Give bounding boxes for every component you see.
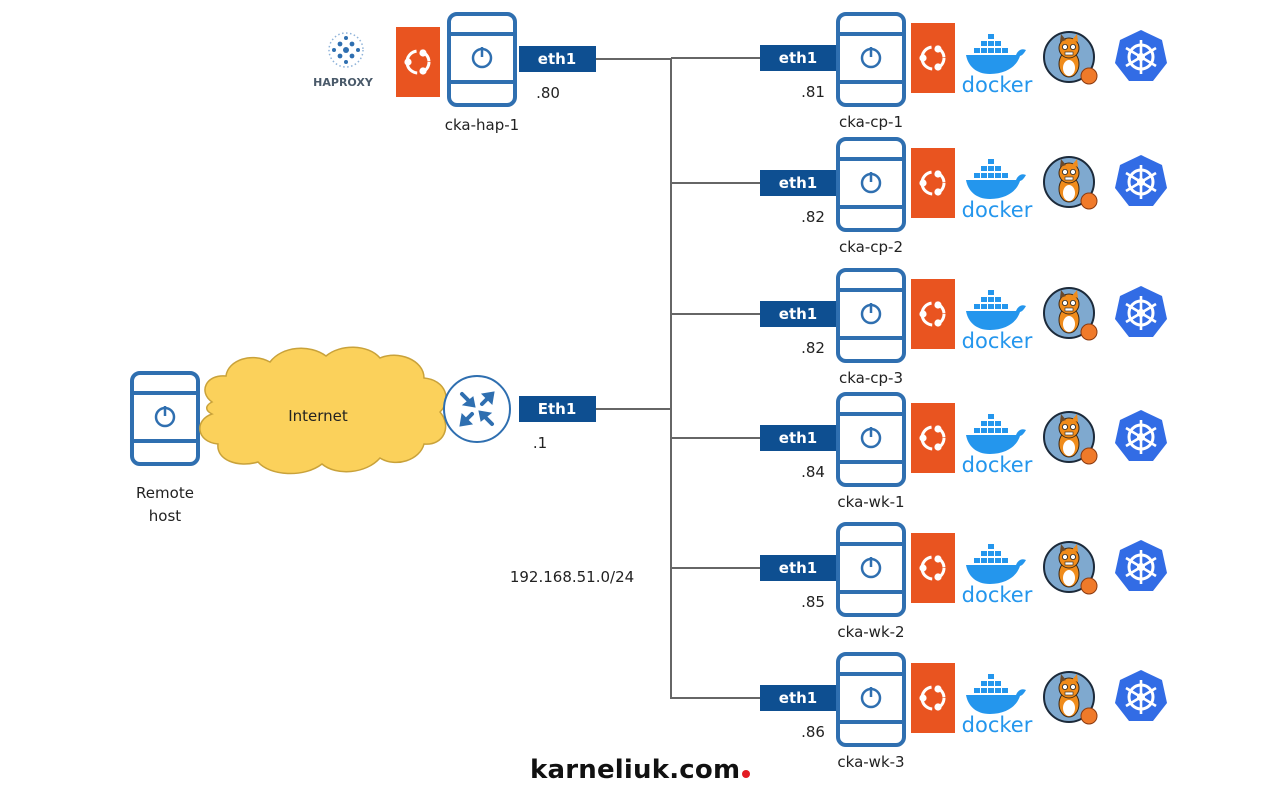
cluster-node-cka-wk-2[interactable]: eth1 .85 cka-wk-2 docker — [760, 522, 1169, 641]
kubernetes-icon — [1113, 153, 1169, 208]
ubuntu-icon — [909, 531, 957, 605]
remote-host[interactable]: Remote host — [130, 371, 200, 525]
ubuntu-icon — [909, 21, 957, 95]
containerd-cat-icon — [1043, 671, 1098, 725]
kubernetes-icon — [1113, 28, 1169, 83]
cluster-node-cka-wk-3[interactable]: eth1 .86 cka-wk-3 docker — [760, 652, 1169, 771]
remote-host-label-line1: Remote — [136, 484, 194, 502]
containerd-cat-icon — [1043, 287, 1098, 341]
ip-suffix: .80 — [536, 84, 560, 102]
hostname: cka-wk-1 — [837, 493, 904, 511]
hostname: cka-cp-1 — [839, 113, 903, 131]
interface-label: eth1 — [538, 50, 576, 68]
internet-label: Internet — [288, 407, 348, 425]
kubernetes-icon — [1113, 538, 1169, 593]
server-icon — [836, 137, 906, 232]
docker-icon: docker — [962, 674, 1033, 737]
cluster-node-cka-cp-2[interactable]: eth1 .82 cka-cp-2 docker — [760, 137, 1169, 256]
cluster-node-cka-cp-3[interactable]: eth1 .82 cka-cp-3 docker — [760, 268, 1169, 387]
ubuntu-icon — [909, 277, 957, 351]
ubuntu-icon — [909, 661, 957, 735]
ubuntu-icon — [909, 401, 957, 475]
server-icon — [836, 522, 906, 617]
ip-suffix: .82 — [801, 208, 825, 226]
kubernetes-icon — [1113, 668, 1169, 723]
docker-icon: docker — [962, 414, 1033, 477]
interface-label: eth1 — [779, 174, 817, 192]
router-icon — [443, 375, 511, 443]
cluster-nodes: eth1 .81 cka-cp-1 docker eth1 .82 cka-cp-2 dock… — [760, 12, 1169, 771]
kubernetes-icon — [1113, 408, 1169, 463]
hostname: cka-wk-3 — [837, 753, 904, 771]
internet-cloud: Internet — [199, 346, 447, 475]
docker-wordmark: docker — [962, 453, 1033, 477]
cluster-node-cka-wk-1[interactable]: eth1 .84 cka-wk-1 docker — [760, 392, 1169, 511]
hostname: cka-cp-2 — [839, 238, 903, 256]
remote-host-label-line2: host — [149, 507, 181, 525]
ip-suffix: .86 — [801, 723, 825, 741]
containerd-cat-icon — [1043, 411, 1098, 465]
ip-suffix: .84 — [801, 463, 825, 481]
containerd-cat-icon — [1043, 541, 1098, 595]
router-interface-label: Eth1 — [538, 400, 577, 418]
docker-wordmark: docker — [962, 73, 1033, 97]
interface-label: eth1 — [779, 49, 817, 67]
network-diagram: Remote host Internet Eth1 .1 HAPROXY eth… — [130, 12, 1169, 771]
server-icon — [836, 652, 906, 747]
docker-wordmark: docker — [962, 583, 1033, 607]
docker-icon: docker — [962, 544, 1033, 607]
hostname: cka-wk-2 — [837, 623, 904, 641]
docker-wordmark: docker — [962, 198, 1033, 222]
hostname: cka-cp-3 — [839, 369, 903, 387]
hostname: cka-hap-1 — [445, 116, 519, 134]
router-ip: .1 — [533, 434, 547, 452]
subnet-label: 192.168.51.0/24 — [510, 568, 634, 586]
brand-text: karneliuk.com — [530, 755, 741, 785]
brand-footer: karneliuk.com — [530, 755, 751, 785]
containerd-cat-icon — [1043, 31, 1098, 85]
server-icon — [836, 12, 906, 107]
docker-wordmark: docker — [962, 713, 1033, 737]
ip-suffix: .81 — [801, 83, 825, 101]
brand-dot-icon — [742, 770, 751, 778]
ip-suffix: .85 — [801, 593, 825, 611]
ubuntu-icon — [394, 25, 442, 99]
kubernetes-icon — [1113, 284, 1169, 339]
docker-wordmark: docker — [962, 329, 1033, 353]
network-bus — [596, 57, 760, 699]
haproxy-logo-text: HAPROXY — [313, 76, 374, 89]
server-icon — [447, 12, 517, 107]
containerd-cat-icon — [1043, 156, 1098, 210]
server-icon — [836, 268, 906, 363]
interface-label: eth1 — [779, 689, 817, 707]
docker-icon: docker — [962, 34, 1033, 97]
haproxy-icon: HAPROXY — [313, 32, 374, 89]
ubuntu-icon — [909, 146, 957, 220]
interface-label: eth1 — [779, 559, 817, 577]
haproxy-node[interactable]: HAPROXY eth1 .80 cka-hap-1 — [313, 12, 596, 134]
interface-label: eth1 — [779, 305, 817, 323]
ip-suffix: .82 — [801, 339, 825, 357]
docker-icon: docker — [962, 159, 1033, 222]
interface-label: eth1 — [779, 429, 817, 447]
docker-icon: docker — [962, 290, 1033, 353]
router[interactable]: Eth1 .1 — [443, 375, 596, 452]
server-icon — [836, 392, 906, 487]
cluster-node-cka-cp-1[interactable]: eth1 .81 cka-cp-1 docker — [760, 12, 1169, 131]
server-icon — [130, 371, 200, 466]
